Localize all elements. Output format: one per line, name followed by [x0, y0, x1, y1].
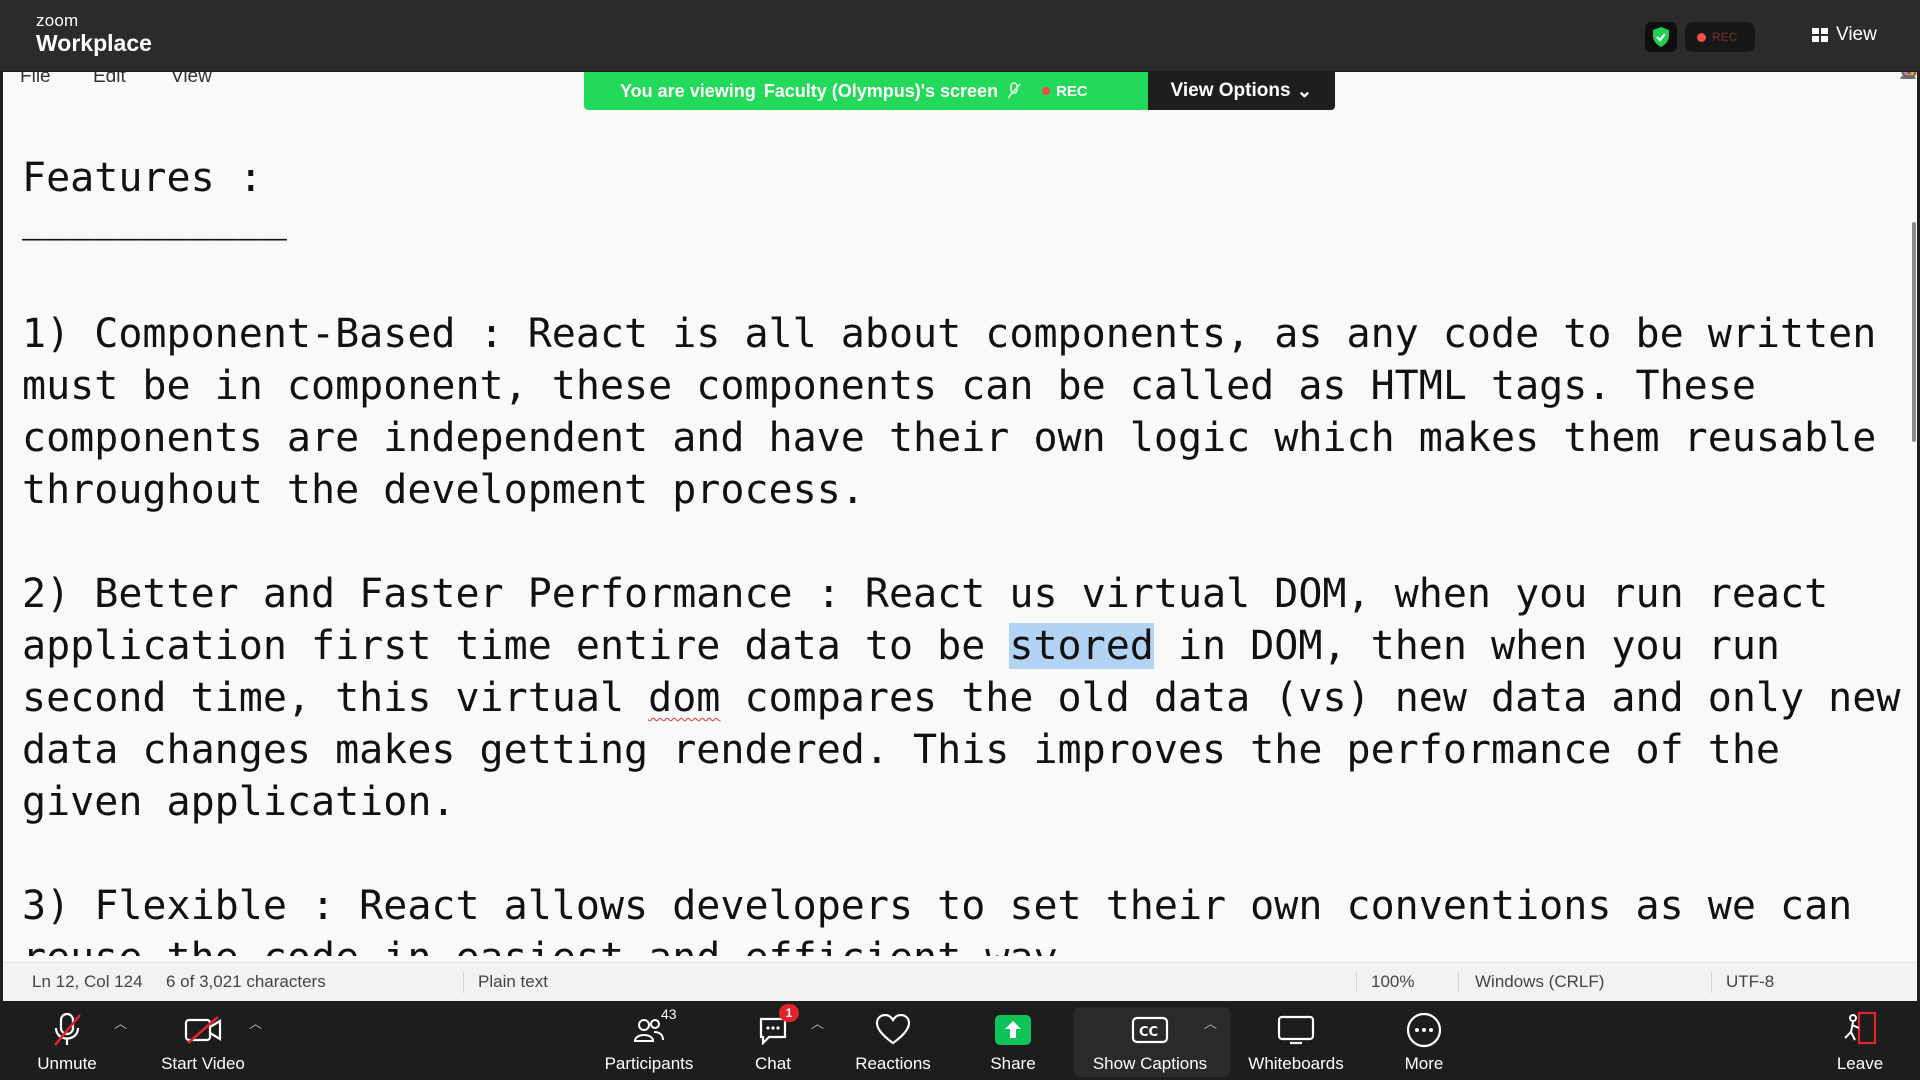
menu-view[interactable]: View [171, 72, 212, 88]
text-format: Plain text [478, 972, 548, 991]
participants-label: Participants [604, 1054, 694, 1073]
unmute-button[interactable]: Unmute [28, 1001, 106, 1080]
doc-line: throughout the development process. [22, 467, 865, 513]
shared-screen: File Edit View Features : ___________ 1)… [3, 72, 1917, 1001]
chevron-down-icon: ⌄ [1296, 80, 1313, 102]
status-bar: Ln 12, Col 124 6 of 3,021 characters Pla… [3, 962, 1917, 1001]
whiteboards-label: Whiteboards [1248, 1054, 1344, 1073]
leave-meeting-button[interactable]: Leave [1834, 1001, 1886, 1080]
security-shield-icon[interactable] [1645, 22, 1677, 52]
document-text[interactable]: Features : ___________ 1) Component-Base… [22, 152, 1902, 956]
video-options-caret-icon[interactable]: ︿ [249, 1013, 262, 1032]
settings-gear-icon[interactable] [1899, 72, 1917, 88]
svg-text:CC: CC [1139, 1025, 1158, 1040]
doc-line: 3) Flexible : React allows developers to… [22, 883, 1853, 929]
view-button[interactable]: View [1812, 24, 1877, 46]
menu-edit[interactable]: Edit [93, 72, 126, 88]
more-label: More [1404, 1054, 1444, 1073]
chat-unread-badge: 1 [779, 1004, 799, 1022]
reactions-label: Reactions [855, 1054, 931, 1073]
recording-label: REC [1712, 30, 1738, 44]
banner-rec-label: REC [1056, 82, 1088, 100]
share-label: Share [990, 1054, 1036, 1073]
show-captions-button[interactable]: CC Show Captions [1083, 1001, 1217, 1080]
show-captions-label: Show Captions [1092, 1054, 1208, 1073]
recording-indicator[interactable]: REC [1685, 22, 1755, 52]
recording-dot-icon [1697, 32, 1706, 42]
more-button[interactable]: More [1398, 1001, 1450, 1080]
zoom-brand: zoom Workplace [36, 11, 152, 57]
banner-rec: REC [1042, 83, 1088, 100]
share-arrow-icon [995, 1010, 1031, 1050]
participants-button[interactable]: 43 Participants [597, 1001, 701, 1080]
audio-options-caret-icon[interactable]: ︿ [114, 1013, 127, 1032]
reactions-button[interactable]: Reactions [848, 1001, 938, 1080]
zoom-top-bar: zoom Workplace REC View [0, 0, 1920, 72]
doc-line: ___________ [22, 195, 287, 241]
leave-door-icon [1841, 1010, 1879, 1050]
share-screen-button[interactable]: Share [983, 1001, 1043, 1080]
menu-file[interactable]: File [20, 72, 51, 88]
viewing-notice: You are viewing Faculty (Olympus)'s scre… [584, 72, 1148, 110]
chat-options-caret-icon[interactable]: ︿ [811, 1013, 824, 1032]
leave-label: Leave [1836, 1054, 1884, 1073]
video-off-icon [184, 1010, 222, 1050]
grid-view-icon [1812, 28, 1828, 42]
closed-captions-icon: CC [1131, 1010, 1169, 1050]
rec-dot-icon [1042, 87, 1051, 95]
brand-small: zoom [36, 11, 79, 30]
captions-options-caret-icon[interactable]: ︿ [1204, 1013, 1217, 1032]
doc-text: application first time entire data to be [22, 623, 1010, 669]
misspelled-word: dom [648, 675, 721, 721]
doc-line: given application. [22, 779, 456, 825]
heart-icon [875, 1010, 911, 1050]
presenter-name: Faculty (Olympus)'s screen [763, 80, 999, 101]
muted-mic-icon [50, 1010, 84, 1050]
muted-mic-icon [1007, 82, 1021, 99]
encoding: UTF-8 [1726, 972, 1775, 991]
vertical-scrollbar[interactable] [1912, 222, 1916, 442]
view-options-button[interactable]: View Options ⌄ [1148, 72, 1335, 110]
doc-line: reuse the code in easiest and efficient … [22, 932, 1902, 956]
chat-label: Chat [755, 1054, 791, 1073]
zoom-level: 100% [1371, 972, 1415, 991]
view-options-label: View Options [1170, 80, 1291, 101]
doc-line: must be in component, these components c… [22, 363, 1756, 409]
participants-icon: 43 [633, 1006, 677, 1050]
selection-count: 6 of 3,021 characters [166, 972, 326, 991]
line-endings: Windows (CRLF) [1475, 972, 1605, 991]
cursor-position: Ln 12, Col 124 [32, 972, 143, 991]
doc-text: compares the old data (vs) new data and … [720, 675, 1901, 721]
start-video-button[interactable]: Start Video [153, 1001, 253, 1080]
unmute-label: Unmute [37, 1054, 97, 1073]
doc-text: second time, this virtual [22, 675, 649, 721]
start-video-label: Start Video [161, 1054, 245, 1073]
participants-count: 43 [661, 1006, 677, 1022]
doc-line: application first time entire data to be… [22, 620, 1902, 672]
view-label: View [1836, 24, 1877, 45]
viewing-prefix: You are viewing [620, 80, 756, 101]
meeting-toolbar: Unmute ︿ Start Video ︿ 43 Participants 1… [0, 1001, 1920, 1080]
doc-text: in DOM, then when you run [1153, 623, 1781, 669]
screen-share-banner: You are viewing Faculty (Olympus)'s scre… [584, 72, 1335, 110]
doc-line: second time, this virtual dom compares t… [22, 672, 1902, 724]
doc-line: data changes makes getting rendered. Thi… [22, 727, 1780, 773]
doc-line: 1) Component-Based : React is all about … [22, 311, 1877, 357]
selected-text: stored [1009, 623, 1154, 669]
more-options-icon [1405, 1010, 1443, 1050]
whiteboards-button[interactable]: Whiteboards [1241, 1001, 1351, 1080]
doc-line: 2) Better and Faster Performance : React… [22, 571, 1829, 617]
chat-button[interactable]: 1 Chat [745, 1001, 801, 1080]
whiteboard-icon [1276, 1010, 1316, 1050]
doc-line: components are independent and have thei… [22, 415, 1877, 461]
chat-icon: 1 [757, 1004, 799, 1050]
brand-large: Workplace [36, 30, 152, 56]
